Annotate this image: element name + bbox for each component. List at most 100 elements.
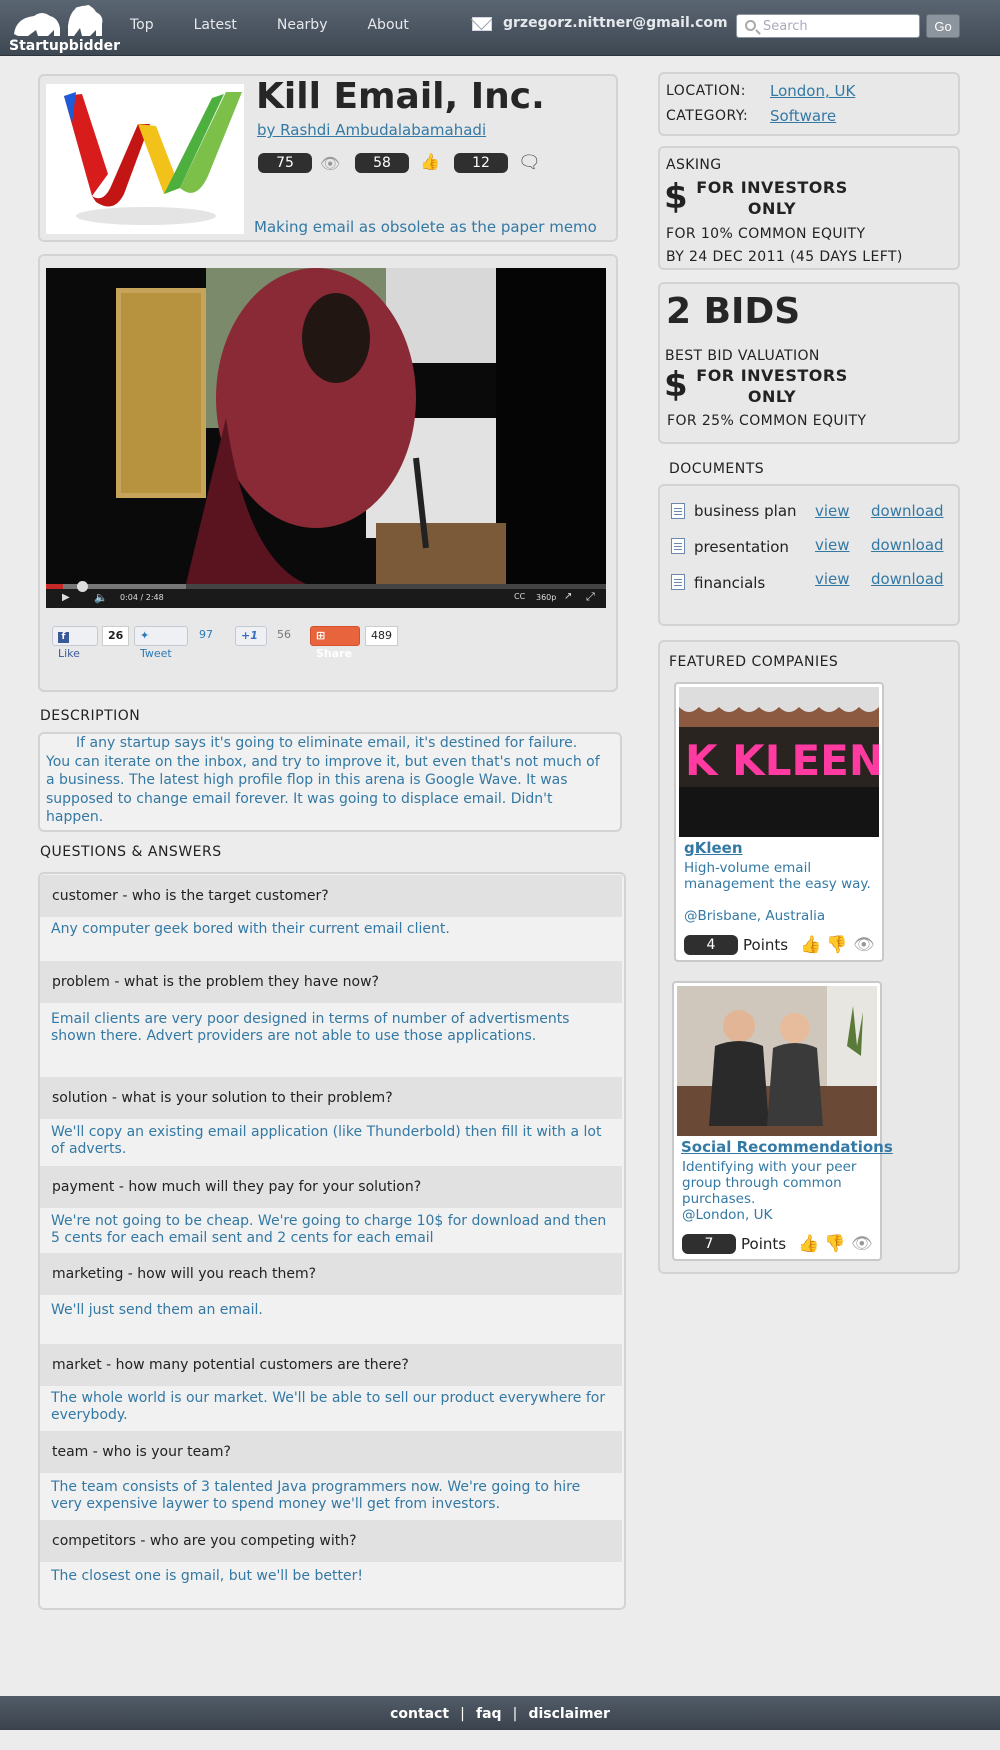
qa-question: problem - what is the problem they have …	[40, 961, 622, 1003]
featured-company-location: @Brisbane, Australia	[684, 908, 826, 924]
location-link[interactable]: London, UK	[770, 82, 855, 100]
nav-latest[interactable]: Latest	[194, 17, 237, 33]
video-player[interactable]: ▶ 🔈 0:04 / 2:48 CC 360p ↗ ⤢	[46, 268, 606, 608]
video-played-fill	[46, 584, 63, 589]
search-go-button[interactable]: Go	[926, 14, 960, 38]
app-name[interactable]: Startupbidder	[9, 38, 120, 54]
qa-answer: Email clients are very poor designed in …	[51, 1011, 570, 1044]
asking-equity: FOR 10% COMMON EQUITY	[666, 226, 866, 242]
document-view-link[interactable]: view	[815, 570, 850, 588]
search-input[interactable]	[763, 17, 913, 35]
featured-company-points: 7	[682, 1234, 736, 1254]
top-navigation-bar: Startupbidder Top Latest Nearby About gr…	[0, 0, 1000, 56]
document-name: business plan	[694, 502, 797, 520]
fullscreen-icon[interactable]: ⤢	[586, 590, 595, 604]
document-view-link[interactable]: view	[815, 536, 850, 554]
facebook-like-label: Like	[58, 647, 80, 660]
video-buffer-fill	[46, 584, 186, 589]
main-nav: Top Latest Nearby About	[130, 17, 449, 33]
qa-answer: The whole world is our market. We'll be …	[51, 1390, 606, 1423]
company-photo	[677, 986, 877, 1136]
featured-company-desc: Identifying with your peer group through…	[682, 1159, 857, 1207]
storefront-sign: K KLEEN	[685, 736, 879, 785]
document-name: financials	[694, 574, 766, 592]
eye-icon: 👁	[320, 154, 341, 173]
featured-company-points: 4	[684, 935, 738, 955]
asking-deadline: BY 24 DEC 2011 (45 DAYS LEFT)	[666, 249, 903, 265]
search-box[interactable]	[736, 14, 920, 38]
company-author-link[interactable]: by Rashdi Ambudalabamahadi	[257, 121, 486, 139]
people-photo	[677, 986, 877, 1136]
video-quality[interactable]: 360p	[536, 593, 556, 602]
share-plus-icon: ⊞	[316, 629, 326, 642]
document-name: presentation	[694, 538, 789, 556]
share-button[interactable]: ⊞ Share	[310, 626, 360, 660]
share-label: Share	[316, 647, 353, 660]
google-plusone-button[interactable]: +1	[235, 626, 267, 646]
document-view-link[interactable]: view	[815, 502, 850, 520]
asking-label: ASKING	[666, 157, 722, 173]
qa-question: customer - who is the target customer?	[40, 875, 622, 917]
views-count: 75	[258, 153, 312, 173]
thumbs-up-icon[interactable]: 👍	[800, 935, 821, 955]
footer-disclaimer-link[interactable]: disclaimer	[528, 1706, 609, 1722]
company-photo: K KLEEN	[679, 687, 879, 837]
qa-question: competitors - who are you competing with…	[40, 1520, 622, 1562]
points-label: Points	[743, 936, 789, 954]
nav-about[interactable]: About	[367, 17, 408, 33]
volume-icon[interactable]: 🔈	[94, 591, 108, 604]
qa-heading: QUESTIONS & ANSWERS	[40, 844, 222, 860]
bid-equity: FOR 25% COMMON EQUITY	[667, 413, 867, 429]
video-scrubber[interactable]	[76, 581, 88, 592]
facebook-like-count: 26	[102, 626, 130, 646]
storefront-image: K KLEEN	[679, 687, 879, 837]
facebook-icon: f	[58, 632, 69, 643]
thumbs-down-icon[interactable]: 👎	[826, 935, 847, 955]
tweet-button[interactable]: ✦ Tweet	[134, 626, 188, 660]
eye-icon[interactable]: 👁	[853, 935, 875, 955]
likes-count: 58	[355, 153, 409, 173]
document-download-link[interactable]: download	[871, 502, 944, 520]
nav-nearby[interactable]: Nearby	[277, 17, 328, 33]
video-progress-bar[interactable]	[46, 581, 606, 592]
google-plusone-count: 56	[277, 628, 291, 641]
spreadsheet-icon	[671, 574, 685, 590]
document-download-link[interactable]: download	[871, 570, 944, 588]
company-tagline: Making email as obsolete as the paper me…	[254, 218, 597, 236]
footer-faq-link[interactable]: faq	[476, 1706, 502, 1722]
thumbs-up-icon[interactable]: 👍	[798, 1234, 819, 1254]
facebook-like-button[interactable]: f Like	[52, 626, 98, 660]
twitter-bird-icon: ✦	[140, 629, 150, 642]
comment-icon[interactable]: 🗨	[518, 152, 541, 173]
user-email[interactable]: grzegorz.nittner@gmail.com	[503, 15, 728, 31]
category-label: CATEGORY:	[666, 108, 749, 124]
nav-top[interactable]: Top	[130, 17, 154, 33]
qa-answer: We'll just send them an email.	[51, 1302, 263, 1318]
category-link[interactable]: Software	[770, 107, 836, 125]
asking-amount: FOR INVESTORS ONLY	[696, 178, 848, 218]
featured-company-name[interactable]: Social Recommendations	[681, 1138, 893, 1156]
featured-company-name[interactable]: gKleen	[684, 839, 743, 857]
video-controls: ▶ 🔈 0:04 / 2:48 CC 360p ↗ ⤢	[46, 581, 606, 608]
share-count: 489	[365, 626, 398, 646]
qa-answer: We're not going to be cheap. We're going…	[51, 1213, 607, 1246]
documents-heading: DOCUMENTS	[669, 461, 765, 477]
footer-separator: |	[512, 1706, 518, 1722]
points-label: Points	[741, 1235, 787, 1253]
eye-icon[interactable]: 👁	[851, 1234, 873, 1254]
thumbs-up-icon[interactable]: 👍	[420, 152, 440, 171]
qa-answer: Any computer geek bored with their curre…	[51, 921, 450, 937]
company-title: Kill Email, Inc.	[256, 76, 545, 117]
company-logo	[46, 84, 244, 234]
featured-heading: FEATURED COMPANIES	[669, 654, 839, 670]
document-download-link[interactable]: download	[871, 536, 944, 554]
captions-icon[interactable]: CC	[514, 592, 525, 601]
popout-icon[interactable]: ↗	[564, 591, 572, 602]
company-logo-image	[64, 92, 242, 225]
play-icon[interactable]: ▶	[62, 592, 70, 603]
best-bid-label: BEST BID VALUATION	[665, 348, 820, 364]
featured-company-desc: High-volume email management the easy wa…	[684, 860, 871, 892]
thumbs-down-icon[interactable]: 👎	[824, 1234, 845, 1254]
qa-question: marketing - how will you reach them?	[40, 1253, 622, 1295]
footer-contact-link[interactable]: contact	[390, 1706, 449, 1722]
